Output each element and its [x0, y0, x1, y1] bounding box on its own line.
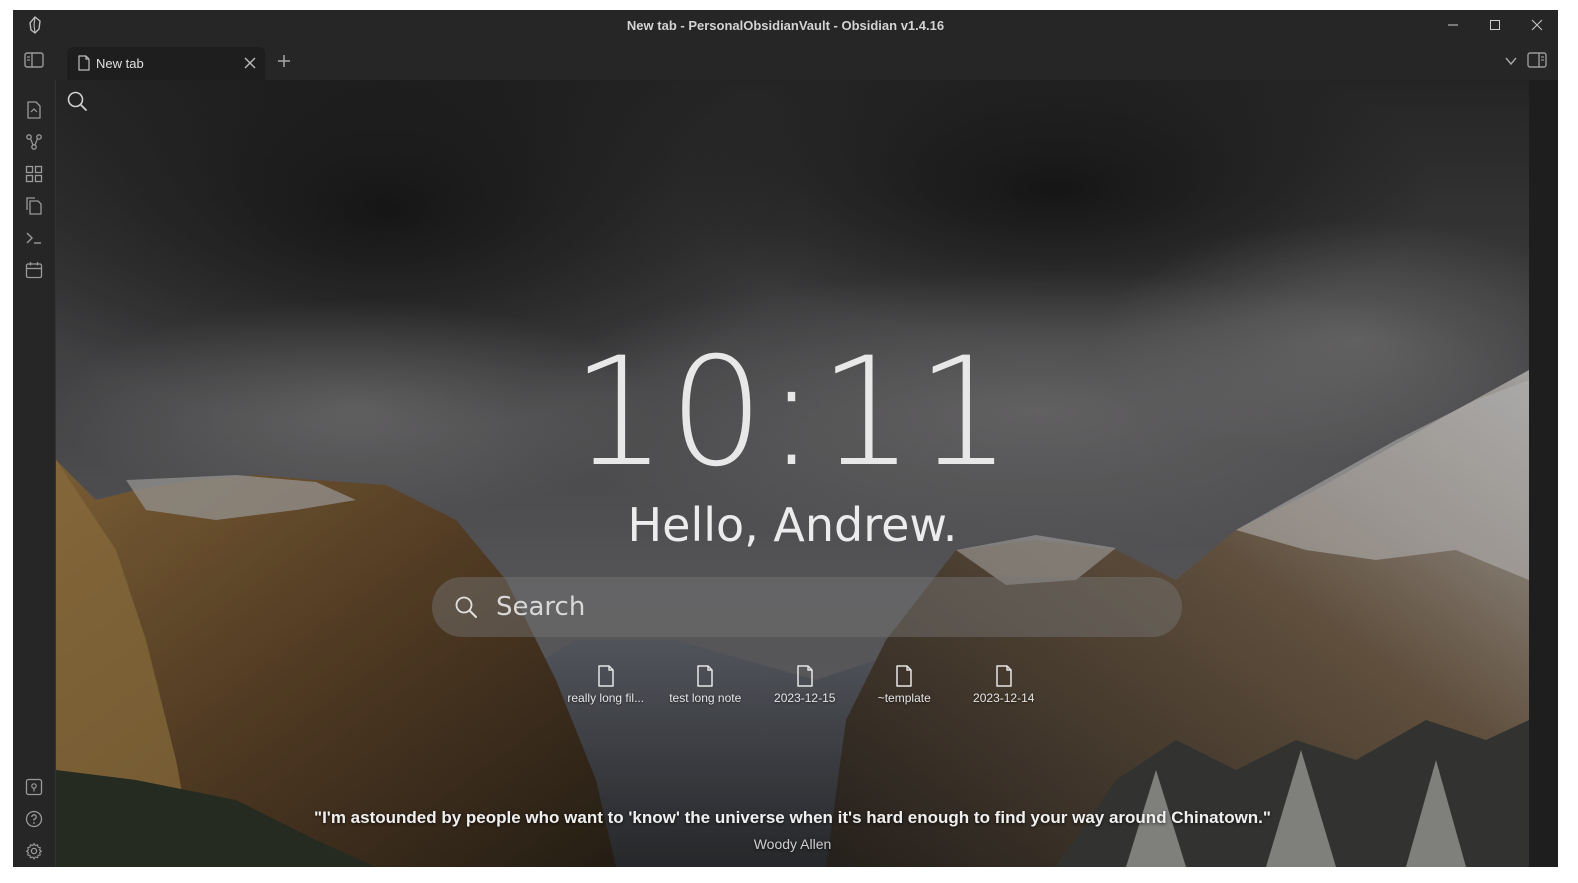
minimize-button[interactable] [1432, 10, 1474, 40]
recent-file-label: test long note [669, 691, 742, 705]
window-controls [1432, 10, 1558, 40]
templates-icon[interactable] [25, 197, 43, 215]
command-palette-icon[interactable] [25, 229, 43, 247]
recent-file-label: really long fil... [567, 691, 645, 705]
window-title: New tab - PersonalObsidianVault - Obsidi… [626, 17, 945, 33]
quote-author: Woody Allen [753, 836, 832, 852]
recent-file-label: 2023-12-14 [973, 691, 1035, 705]
maximize-button[interactable] [1474, 10, 1516, 40]
file-icon [996, 665, 1012, 687]
search-icon[interactable] [66, 90, 88, 112]
file-icon [598, 665, 614, 687]
obsidian-logo-icon[interactable] [27, 16, 43, 34]
file-icon [797, 665, 813, 687]
open-vault-icon[interactable] [25, 778, 43, 796]
close-window-button[interactable] [1516, 10, 1558, 40]
app-window: New tab - PersonalObsidianVault - Obsidi… [13, 10, 1558, 867]
chevron-down-icon[interactable] [1504, 54, 1518, 68]
quote-text: "I'm astounded by people who want to 'kn… [314, 808, 1271, 827]
recent-file-item[interactable]: test long note [656, 665, 756, 705]
right-panel-edge [1529, 80, 1558, 867]
recent-file-item[interactable]: ~template [855, 665, 955, 705]
recent-file-item[interactable]: really long fil... [556, 665, 656, 705]
recent-file-item[interactable]: 2023-12-14 [954, 665, 1054, 705]
minimize-icon [1448, 24, 1458, 26]
tab-bar: New tab [13, 40, 1558, 80]
new-tab-view: 10:11 Hello, Andrew. really long fil... … [56, 80, 1529, 867]
recent-files-list: really long fil... test long note 2023-1… [556, 665, 1054, 705]
search-input[interactable] [496, 589, 1136, 625]
clock-time: 10:11 [571, 326, 1014, 500]
left-ribbon [13, 80, 56, 867]
maximize-icon [1490, 20, 1500, 30]
file-icon [896, 665, 912, 687]
open-quick-switcher-icon[interactable] [25, 101, 43, 119]
new-tab-plus-icon[interactable] [276, 53, 292, 69]
right-sidebar-toggle-icon[interactable] [1527, 51, 1547, 69]
graph-view-icon[interactable] [25, 133, 43, 151]
daily-note-calendar-icon[interactable] [25, 261, 43, 279]
greeting-text: Hello, Andrew. [627, 498, 958, 552]
close-tab-icon[interactable] [243, 56, 257, 70]
settings-gear-icon[interactable] [25, 842, 43, 860]
canvas-icon[interactable] [25, 165, 43, 183]
recent-file-label: ~template [877, 691, 931, 705]
file-icon [78, 55, 90, 71]
help-icon[interactable] [25, 810, 43, 828]
title-bar: New tab - PersonalObsidianVault - Obsidi… [13, 10, 1558, 40]
tab-new-tab[interactable]: New tab [67, 47, 265, 80]
left-sidebar-toggle-icon[interactable] [24, 51, 44, 69]
search-icon [455, 596, 477, 618]
file-icon [697, 665, 713, 687]
tab-label: New tab [96, 56, 144, 71]
close-icon [1531, 19, 1543, 31]
recent-file-item[interactable]: 2023-12-15 [755, 665, 855, 705]
search-box[interactable] [432, 577, 1182, 637]
recent-file-label: 2023-12-15 [774, 691, 836, 705]
